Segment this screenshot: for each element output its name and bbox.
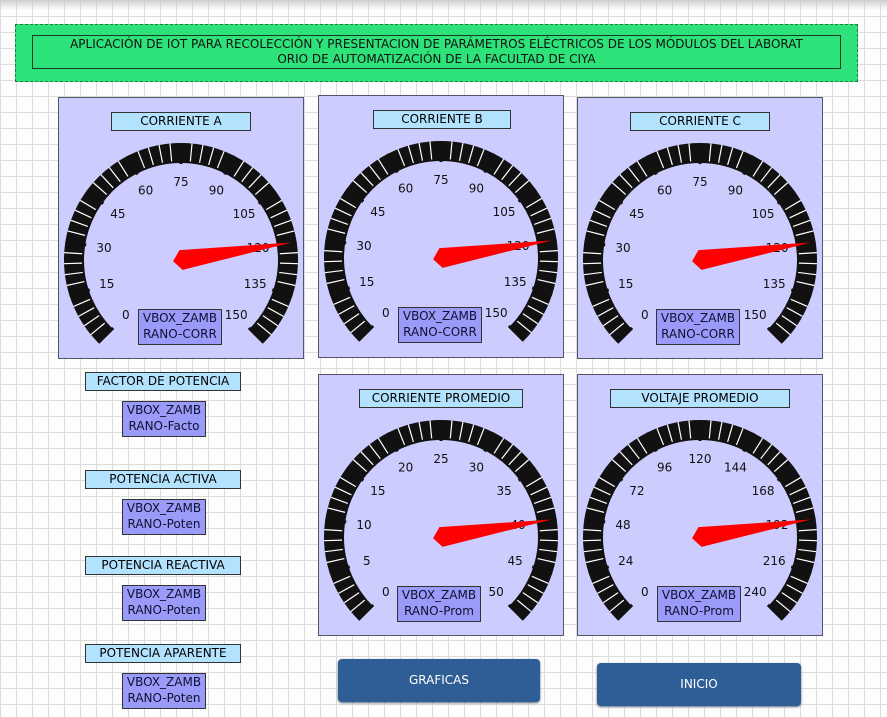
gauge-tick-label: 45 <box>508 554 523 568</box>
gauge-tick-label: 35 <box>496 484 511 498</box>
gauge-tick-label: 168 <box>752 484 775 498</box>
gauge-tick <box>279 262 298 265</box>
window-top-edge <box>0 0 887 10</box>
potencia-reactiva-label: POTENCIA REACTIVA <box>85 556 241 575</box>
title-line-2: ORIO DE AUTOMATIZACIÓN DE LA FACULTAD DE… <box>277 52 596 66</box>
gauge-tick-label: 0 <box>641 308 649 322</box>
gauge-tick-label: 10 <box>356 518 371 532</box>
potencia-activa-label: POTENCIA ACTIVA <box>85 470 241 489</box>
gauge-tick-label: 45 <box>110 207 125 221</box>
gauge-tick-label: 20 <box>398 461 413 475</box>
gauge-tick <box>64 262 83 265</box>
gauge-tick-label: 90 <box>209 184 224 198</box>
gauge-needle <box>433 519 552 547</box>
gauge-value-tag: VBOX_ZAMB RANO-Prom <box>657 586 741 622</box>
inicio-button[interactable]: INICIO <box>597 663 801 706</box>
gauge-tick-label: 30 <box>356 239 371 253</box>
title-banner: APLICACIÓN DE IOT PARA RECOLECCIÓN Y PRE… <box>15 24 858 82</box>
gauge-panel-corriente-promedio: CORRIENTE PROMEDIO 05101520253035404550 … <box>318 374 564 636</box>
gauge-panel-voltaje-promedio: VOLTAJE PROMEDIO 02448729612014416819221… <box>577 374 823 636</box>
gauge-tick <box>324 260 343 263</box>
gauge-tick-label: 15 <box>370 484 385 498</box>
gauge-tick-label: 75 <box>173 175 188 189</box>
gauge-tick-label: 60 <box>138 184 153 198</box>
gauge-tick-label: 135 <box>763 277 786 291</box>
potencia-activa-value: VBOX_ZAMB RANO-Poten <box>122 499 206 535</box>
potencia-reactiva-value: VBOX_ZAMB RANO-Poten <box>122 585 206 621</box>
gauge-tick-label: 30 <box>96 241 111 255</box>
gauge-tick-label: 135 <box>504 275 527 289</box>
gauge-tick-label: 150 <box>744 308 767 322</box>
gauge-tick-label: 120 <box>689 452 712 466</box>
gauge-tick-label: 105 <box>493 205 516 219</box>
gauge-panel-corriente-c: CORRIENTE C 0153045607590105120135150 VB… <box>577 97 823 359</box>
gauge-tick-label: 25 <box>433 452 448 466</box>
gauge-tick <box>324 539 343 542</box>
gauge-tick <box>583 539 602 542</box>
gauge-value-tag: VBOX_ZAMB RANO-CORR <box>398 307 482 343</box>
gauge-tick-label: 5 <box>363 554 371 568</box>
gauge-tick-label: 216 <box>763 554 786 568</box>
gauge-tick-label: 75 <box>692 175 707 189</box>
gauge-tick-label: 240 <box>744 585 767 599</box>
gauge-tick-label: 96 <box>657 461 672 475</box>
gauge-tick-label: 15 <box>359 275 374 289</box>
gauge-needle <box>692 519 811 547</box>
title-line-1: APLICACIÓN DE IOT PARA RECOLECCIÓN Y PRE… <box>70 37 803 51</box>
factor-potencia-value: VBOX_ZAMB RANO-Facto <box>122 401 206 437</box>
gauge-tick-label: 150 <box>225 308 248 322</box>
gauge-tick-label: 90 <box>728 184 743 198</box>
gauge-tick-label: 144 <box>724 461 747 475</box>
potencia-aparente-value: VBOX_ZAMB RANO-Poten <box>122 673 206 709</box>
gauge-value-tag: VBOX_ZAMB RANO-CORR <box>656 309 740 345</box>
gauge-tick-label: 50 <box>489 585 504 599</box>
gauge-tick-label: 0 <box>122 308 130 322</box>
gauge-tick-label: 45 <box>370 205 385 219</box>
gauge-tick-label: 0 <box>382 585 390 599</box>
gauge-panel-corriente-a: CORRIENTE A 0153045607590105120135150 VB… <box>58 97 304 359</box>
gauge-tick-label: 30 <box>469 461 484 475</box>
gauge-needle <box>692 242 811 270</box>
gauge-tick-label: 15 <box>618 277 633 291</box>
gauge-tick <box>539 539 558 542</box>
gauge-tick-label: 45 <box>629 207 644 221</box>
gauge-tick <box>798 539 817 542</box>
gauge-panel-corriente-b: CORRIENTE B 0153045607590105120135150 VB… <box>318 95 564 358</box>
gauge-needle <box>173 242 292 270</box>
gauge-value-tag: VBOX_ZAMB RANO-Prom <box>397 586 481 622</box>
gauge-tick-label: 0 <box>641 585 649 599</box>
gauge-tick-label: 72 <box>629 484 644 498</box>
gauge-tick-label: 90 <box>469 182 484 196</box>
gauge-tick-label: 0 <box>382 306 390 320</box>
gauge-value-tag: VBOX_ZAMB RANO-CORR <box>138 309 222 345</box>
title-box: APLICACIÓN DE IOT PARA RECOLECCIÓN Y PRE… <box>32 35 841 69</box>
gauge-tick-label: 150 <box>485 306 508 320</box>
gauge-tick <box>798 262 817 265</box>
gauge-tick-label: 105 <box>752 207 775 221</box>
gauge-tick <box>583 262 602 265</box>
potencia-aparente-label: POTENCIA APARENTE <box>85 644 241 663</box>
gauge-tick-label: 135 <box>244 277 267 291</box>
gauge-tick-label: 105 <box>233 207 256 221</box>
factor-potencia-label: FACTOR DE POTENCIA <box>85 372 241 391</box>
gauge-tick-label: 30 <box>615 241 630 255</box>
gauge-tick-label: 15 <box>99 277 114 291</box>
graficas-button[interactable]: GRAFICAS <box>338 659 540 702</box>
gauge-tick-label: 24 <box>618 554 633 568</box>
gauge-tick-label: 60 <box>398 182 413 196</box>
gauge-tick-label: 75 <box>433 173 448 187</box>
gauge-needle <box>433 240 552 268</box>
gauge-tick-label: 60 <box>657 184 672 198</box>
gauge-tick-label: 48 <box>615 518 630 532</box>
gauge-tick <box>539 260 558 263</box>
